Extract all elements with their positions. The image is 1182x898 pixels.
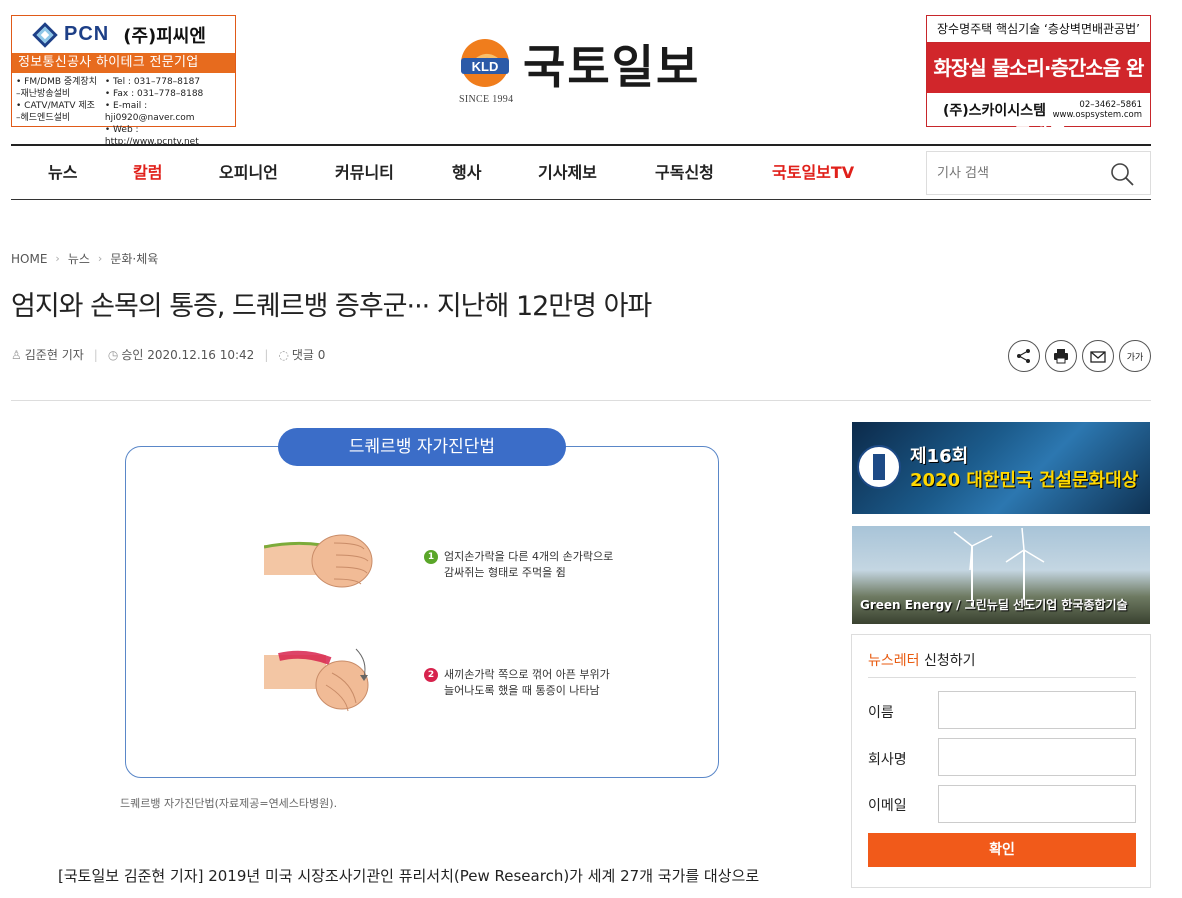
sidebar-banner-green-energy[interactable]: Green Energy / 그린뉴딜 선도기업 한국종합기술: [852, 526, 1150, 624]
top-left-ad-banner[interactable]: PCN (주)피씨엔 정보통신공사 하이테크 전문기업 • FM/DMB 중계장…: [11, 15, 236, 147]
comments-link[interactable]: ◌ 댓글 0: [278, 346, 325, 363]
ad-right-company: (주)스카이시스템: [943, 102, 1046, 119]
share-button[interactable]: [1008, 340, 1040, 372]
search-icon[interactable]: [1110, 162, 1134, 186]
print-button[interactable]: [1045, 340, 1077, 372]
nav-item-tip[interactable]: 기사제보: [538, 146, 597, 200]
logo-name: 국토일보: [523, 40, 701, 94]
newsletter-title: 뉴스레터 신청하기: [868, 650, 976, 670]
print-icon: [1054, 349, 1068, 364]
article-meta: ♙ 김준현 기자 | ◷ 승인 2020.12.16 10:42 | ◌ 댓글 0: [11, 346, 325, 363]
nav-item-tv[interactable]: 국토일보TV: [772, 146, 854, 200]
logo-mark-text: KLD: [472, 59, 499, 74]
banner-green-text: Green Energy / 그린뉴딜 선도기업 한국종합기술: [860, 598, 1128, 612]
ad-right-contact: 02–3462–5861 www.ospsystem.com: [1053, 100, 1142, 120]
step-1-line: 엄지손가락을 다른 4개의 손가락으로: [444, 550, 614, 563]
company-label: 회사명: [868, 752, 907, 768]
hand-bent-illustration: [264, 648, 369, 712]
banner-award-year: 2020 대한민국: [910, 470, 1039, 491]
step-1-line: 감싸쥐는 형태로 주먹을 쥠: [444, 566, 566, 579]
search-input[interactable]: [927, 152, 1097, 194]
chevron-right-icon: ›: [97, 252, 103, 265]
ad-info-line: –재난방송설비: [16, 89, 71, 99]
article-divider: [11, 400, 1151, 401]
user-icon: ♙: [11, 348, 22, 362]
clock-icon: ◷: [107, 348, 119, 362]
ad-info: • FM/DMB 중계장치 –재난방송설비 • CATV/MATV 제조 –헤드…: [12, 73, 235, 148]
step-number-badge: 2: [424, 668, 438, 682]
ad-right-phone: 02–3462–5861: [1079, 99, 1142, 110]
figure-caption: 드퀘르뱅 자가진단법(자료제공=연세스타병원).: [120, 797, 338, 810]
banner-award-name: 건설문화대상: [1038, 470, 1139, 491]
email-label: 이메일: [868, 798, 907, 814]
newsletter-title-rest: 신청하기: [919, 653, 976, 669]
breadcrumb: HOME › 뉴스 › 문화·체육: [11, 250, 158, 267]
ad-info-line: • CATV/MATV 제조: [16, 101, 95, 111]
chevron-right-icon: ›: [55, 252, 60, 265]
article-body: [국토일보 김준현 기자] 2019년 미국 시장조사기관인 퓨리서치(Pew …: [58, 867, 760, 885]
main-nav: 뉴스 칼럼 오피니언 커뮤니티 행사 기사제보 구독신청 국토일보TV: [11, 144, 1151, 200]
nav-item-column[interactable]: 칼럼: [133, 146, 162, 200]
figure-title: 드퀘르뱅 자가진단법: [278, 428, 566, 466]
sidebar-banner-award[interactable]: 제16회 2020 대한민국 건설문화대상: [852, 422, 1150, 514]
pcn-logo-icon: [30, 20, 60, 50]
article-title: 엄지와 손목의 통증, 드퀘르뱅 증후군··· 지난해 12만명 아파: [11, 291, 652, 322]
wind-turbine-illustration: [953, 527, 1045, 606]
ad-brand: PCN: [64, 23, 110, 45]
self-test-step-1: 1 엄지손가락을 다른 4개의 손가락으로 감싸쥐는 형태로 주먹을 쥠: [424, 549, 613, 581]
ad-info-line: • FM/DMB 중계장치: [16, 77, 97, 87]
ad-info-line: –헤드엔드설비: [16, 113, 71, 123]
ad-brand-row: PCN (주)피씨엔: [12, 16, 235, 53]
ad-company: (주)피씨엔: [123, 25, 206, 47]
name-field[interactable]: [938, 691, 1136, 729]
article-tools: 가가: [1008, 340, 1151, 372]
kld-logo-icon: KLD: [461, 39, 509, 87]
email-field[interactable]: [938, 785, 1136, 823]
ad-info-line: • Tel : 031–778–8187: [104, 77, 201, 87]
article-author: 김준현 기자: [24, 348, 84, 362]
meta-divider: |: [264, 347, 269, 362]
step-number-badge: 1: [424, 550, 438, 564]
newsletter-submit-button[interactable]: 확인: [868, 833, 1136, 867]
nav-item-opinion[interactable]: 오피니언: [219, 146, 278, 200]
breadcrumb-news[interactable]: 뉴스: [68, 250, 90, 267]
step-2-line: 늘어나도록 했을 때 통증이 나타남: [444, 684, 600, 697]
newsletter-divider: [868, 677, 1136, 678]
email-button[interactable]: [1082, 340, 1114, 372]
article-figure: 1 엄지손가락을 다른 4개의 손가락으로 감싸쥐는 형태로 주먹을 쥠 2 새…: [125, 446, 719, 778]
article-approved: 승인 2020.12.16 10:42: [121, 348, 255, 362]
mail-icon: [1090, 351, 1106, 363]
banner-award-line2: 2020 대한민국 건설문화대상: [910, 466, 1138, 492]
step-2-line: 새끼손가락 쪽으로 꺾어 아픈 부위가: [444, 668, 610, 681]
logo-since: SINCE 1994: [459, 94, 514, 105]
nav-item-news[interactable]: 뉴스: [48, 146, 77, 200]
comment-icon: ◌: [278, 348, 289, 362]
breadcrumb-home[interactable]: HOME: [11, 252, 47, 266]
nav-item-community[interactable]: 커뮤니티: [335, 146, 394, 200]
ad-info-line: • Fax : 031–778–8188: [104, 89, 204, 99]
font-size-button[interactable]: 가가: [1119, 340, 1151, 372]
newsletter-form: 뉴스레터 신청하기 이름 회사명 이메일 확인: [851, 634, 1151, 888]
ad-right-headline: 화장실 물소리·층간소음 완전해결: [927, 43, 1150, 130]
search-box: [926, 151, 1151, 195]
self-test-step-2: 2 새끼손가락 쪽으로 꺾어 아픈 부위가 늘어나도록 했을 때 통증이 나타남: [424, 667, 610, 699]
breadcrumb-section[interactable]: 문화·체육: [110, 250, 158, 267]
newsletter-title-accent: 뉴스레터: [868, 653, 920, 669]
ad-band: 정보통신공사 하이테크 전문기업: [12, 53, 235, 73]
nav-item-events[interactable]: 행사: [452, 146, 481, 200]
ad-info-line: • E-mail : hji0920@naver.com: [104, 101, 195, 123]
hand-fist-illustration: [264, 534, 373, 588]
banner-award-line1: 제16회: [910, 446, 969, 467]
company-field[interactable]: [938, 738, 1136, 776]
comment-count: 댓글 0: [291, 348, 326, 362]
top-right-ad-banner[interactable]: 장수명주택 핵심기술 ‘층상벽면배관공법’ 화장실 물소리·층간소음 완전해결 …: [926, 15, 1151, 130]
nav-item-subscribe[interactable]: 구독신청: [655, 146, 714, 200]
ad-right-top: 장수명주택 핵심기술 ‘층상벽면배관공법’: [927, 16, 1150, 43]
name-label: 이름: [868, 705, 894, 721]
site-logo[interactable]: KLD SINCE 1994 국토일보: [457, 38, 717, 106]
meta-divider: |: [93, 347, 98, 362]
award-emblem-icon: [857, 445, 901, 489]
share-icon: [1017, 349, 1030, 363]
ad-right-web: www.ospsystem.com: [1052, 109, 1142, 120]
